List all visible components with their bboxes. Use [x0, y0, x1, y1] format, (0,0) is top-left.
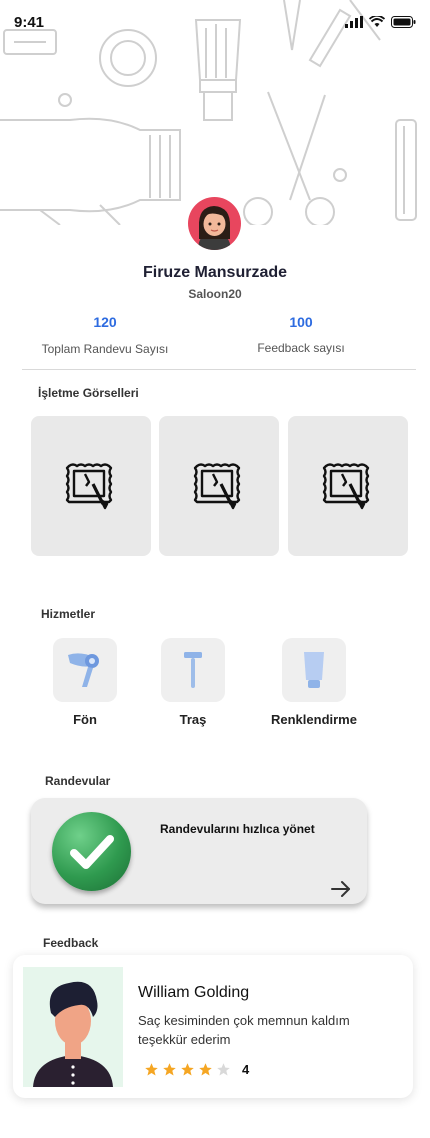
- gallery-image-1[interactable]: [31, 416, 151, 556]
- razor-icon: [184, 652, 202, 688]
- profile-name: Firuze Mansurzade: [142, 264, 288, 281]
- wifi-icon: [369, 16, 385, 27]
- service-fon[interactable]: Fön: [25, 638, 145, 727]
- services-title: Hizmetler: [41, 607, 96, 621]
- profile-salon: Saloon20: [188, 287, 242, 301]
- arrow-right-icon[interactable]: [330, 880, 352, 903]
- image-placeholder-icon: [65, 463, 113, 510]
- service-renklendirme[interactable]: Renklendirme: [254, 638, 374, 727]
- profile-avatar[interactable]: [188, 197, 241, 250]
- battery-icon: [391, 16, 416, 28]
- feedback-text: Saç kesiminden çok memnun kaldım teşekkü…: [138, 1013, 350, 1047]
- service-tras[interactable]: Traş: [133, 638, 253, 727]
- divider: [22, 369, 416, 370]
- star-icon: [181, 1063, 194, 1076]
- stat-feedback: 100 Feedback sayısı: [226, 314, 376, 355]
- check-icon: [52, 812, 131, 891]
- service-renklendirme-label: Renklendirme: [271, 712, 357, 727]
- feedback-title: Feedback: [43, 936, 99, 950]
- star-icon: [145, 1063, 158, 1076]
- gallery-title: İşletme Görselleri: [38, 386, 139, 400]
- status-time: 9:41: [14, 14, 45, 31]
- service-renklendirme-box[interactable]: [282, 638, 346, 702]
- service-fon-box[interactable]: [53, 638, 117, 702]
- header-pattern: [0, 0, 430, 225]
- stat-feedback-value: 100: [289, 314, 313, 330]
- status-icons: [345, 16, 416, 28]
- rating-value: 4: [242, 1062, 250, 1077]
- rating-stars: 4: [144, 1062, 249, 1077]
- star-icon: [199, 1063, 212, 1076]
- service-fon-label: Fön: [73, 712, 97, 727]
- star-icon: [163, 1063, 176, 1076]
- star-empty-icon: [217, 1063, 230, 1076]
- appointments-title: Randevular: [45, 774, 111, 788]
- signal-icon: [345, 16, 363, 28]
- appointments-card-text: Randevularını hızlıca yönet: [160, 822, 315, 836]
- stat-feedback-label: Feedback sayısı: [257, 341, 345, 355]
- service-tras-box[interactable]: [161, 638, 225, 702]
- feedback-avatar: [23, 967, 123, 1087]
- image-placeholder-icon: [193, 463, 241, 510]
- gallery-image-2[interactable]: [159, 416, 279, 556]
- stat-appointments-label: Toplam Randevu Sayısı: [41, 342, 169, 356]
- feedback-name: William Golding: [138, 984, 250, 1001]
- stat-appointments: 120 Toplam Randevu Sayısı: [30, 314, 180, 356]
- hair-dryer-icon: [68, 653, 99, 687]
- service-tras-label: Traş: [179, 712, 207, 727]
- stat-appointments-value: 120: [93, 314, 117, 330]
- hair-dye-tube-icon: [304, 652, 324, 688]
- image-placeholder-icon: [322, 463, 370, 510]
- gallery-image-3[interactable]: [288, 416, 408, 556]
